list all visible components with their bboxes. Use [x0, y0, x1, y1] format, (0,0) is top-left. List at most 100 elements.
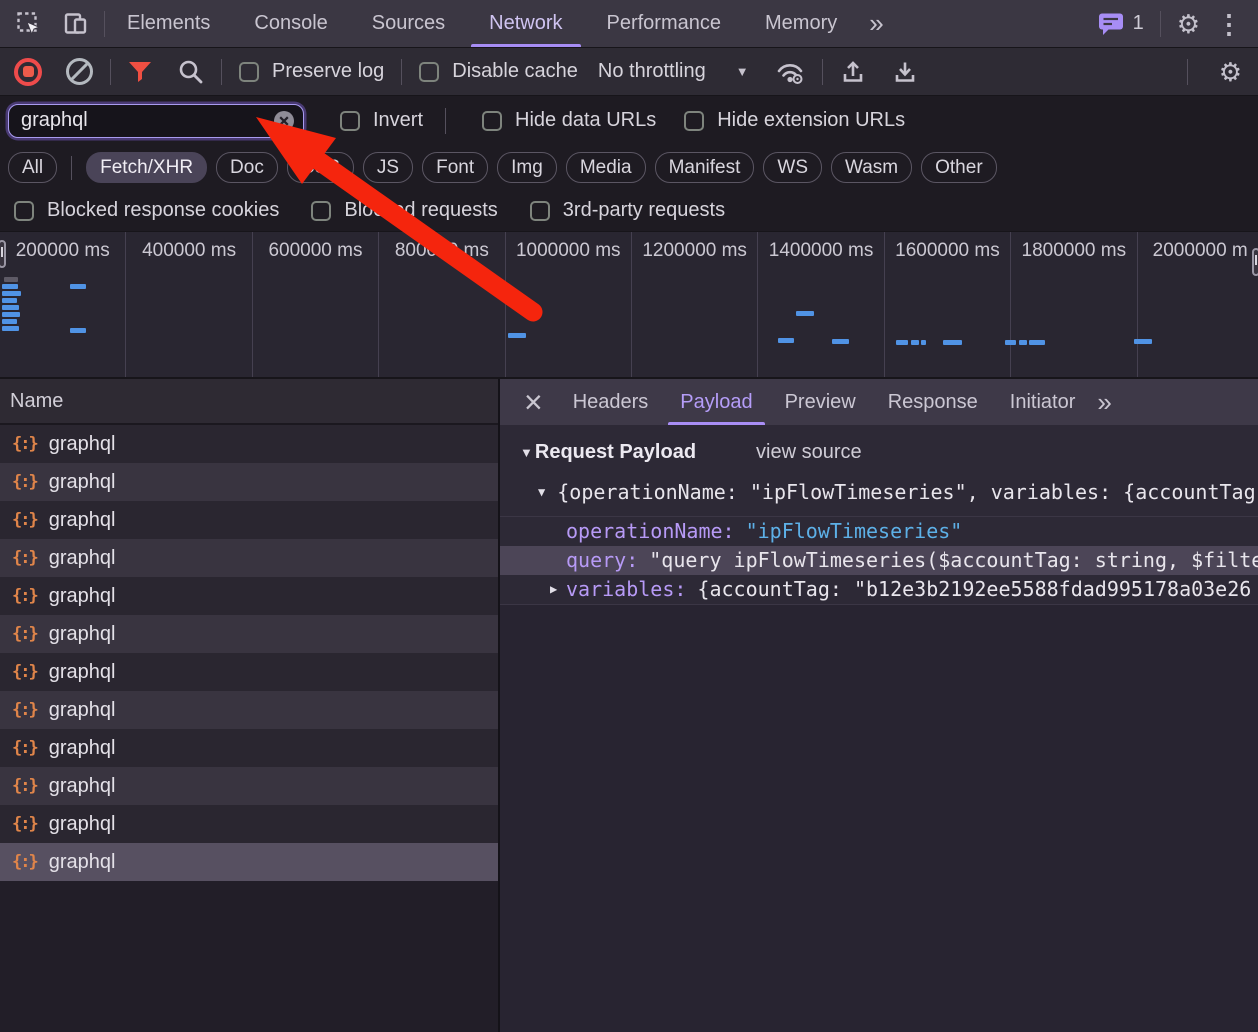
json-icon: {:}	[12, 738, 37, 758]
tab-preview[interactable]: Preview	[769, 379, 872, 425]
type-filter-fetch-xhr[interactable]: Fetch/XHR	[86, 152, 207, 183]
type-filter-doc[interactable]: Doc	[216, 152, 278, 183]
handle-grip-line	[1255, 255, 1257, 265]
request-row[interactable]: {:}graphql	[0, 767, 498, 805]
request-name: graphql	[49, 661, 116, 684]
type-filter-other[interactable]: Other	[921, 152, 997, 183]
divider	[822, 59, 823, 85]
request-name: graphql	[49, 471, 116, 494]
issues-icon	[1098, 12, 1124, 36]
export-har-icon[interactable]	[892, 59, 918, 85]
blocked-requests-checkbox[interactable]: Blocked requests	[311, 199, 497, 222]
payload-row-query[interactable]: query:"query ipFlowTimeseries($accountTa…	[500, 546, 1258, 575]
request-row[interactable]: {:}graphql	[0, 729, 498, 767]
tab-performance[interactable]: Performance	[585, 0, 744, 47]
request-row[interactable]: {:}graphql	[0, 615, 498, 653]
request-row[interactable]: {:}graphql	[0, 539, 498, 577]
waterfall-bar	[943, 340, 962, 345]
json-icon: {:}	[12, 548, 37, 568]
request-name: graphql	[49, 623, 116, 646]
tab-headers[interactable]: Headers	[557, 379, 665, 425]
waterfall-bar	[1134, 339, 1152, 344]
disable-cache-checkbox[interactable]: Disable cache	[419, 60, 578, 83]
inspect-element-icon[interactable]	[16, 11, 42, 37]
expand-icon[interactable]: ▼	[520, 445, 533, 460]
import-har-icon[interactable]	[840, 59, 866, 85]
type-filter-ws[interactable]: WS	[763, 152, 822, 183]
tab-network[interactable]: Network	[467, 0, 584, 47]
timeline-tick: 1800000 ms	[1011, 232, 1137, 377]
payload-summary-text: {operationName: "ipFlowTimeseries", vari…	[557, 480, 1255, 504]
hide-data-urls-checkbox[interactable]: Hide data URLs	[482, 109, 656, 132]
timeline-tick: 1400000 ms	[758, 232, 884, 377]
blocked-response-cookies-checkbox[interactable]: Blocked response cookies	[14, 199, 279, 222]
clear-network-log-icon[interactable]	[66, 58, 93, 85]
request-row[interactable]: {:}graphql	[0, 805, 498, 843]
checkbox	[530, 201, 550, 221]
search-icon[interactable]	[178, 59, 204, 85]
tab-console[interactable]: Console	[232, 0, 349, 47]
tab-elements[interactable]: Elements	[105, 0, 232, 47]
network-overview-timeline[interactable]: 200000 ms 400000 ms 600000 ms 800000 ms …	[0, 232, 1258, 379]
network-toolbar: Preserve log Disable cache No throttling…	[0, 48, 1258, 96]
filter-input[interactable]: graphql	[8, 104, 304, 138]
device-toolbar-icon[interactable]	[62, 11, 90, 37]
invert-checkbox[interactable]: Invert	[340, 109, 423, 132]
request-type-filters: All Fetch/XHR Doc CSS JS Font Img Media …	[0, 145, 1258, 190]
type-filter-img[interactable]: Img	[497, 152, 557, 183]
type-filter-all[interactable]: All	[8, 152, 57, 183]
request-row[interactable]: {:}graphql	[0, 463, 498, 501]
type-filter-manifest[interactable]: Manifest	[655, 152, 755, 183]
tab-initiator[interactable]: Initiator	[994, 379, 1092, 425]
request-row-selected[interactable]: {:}graphql	[0, 843, 498, 881]
tabbar-right-controls: 1 ⚙ ⋮	[1098, 0, 1258, 47]
waterfall-bar	[1005, 340, 1016, 345]
network-settings-gear-icon[interactable]: ⚙	[1219, 59, 1242, 85]
name-column-header[interactable]: Name	[0, 379, 498, 425]
filter-funnel-icon[interactable]	[128, 60, 152, 83]
hide-extension-urls-checkbox[interactable]: Hide extension URLs	[684, 109, 905, 132]
collapse-icon[interactable]: ▶	[550, 575, 557, 604]
tab-response[interactable]: Response	[872, 379, 994, 425]
type-filter-wasm[interactable]: Wasm	[831, 152, 912, 183]
tab-memory[interactable]: Memory	[743, 0, 859, 47]
payload-value: "query ipFlowTimeseries($accountTag: str…	[649, 548, 1258, 572]
payload-row-operation-name[interactable]: operationName:"ipFlowTimeseries"	[500, 517, 1258, 546]
request-row[interactable]: {:}graphql	[0, 653, 498, 691]
timeline-left-handle[interactable]	[0, 240, 6, 268]
tab-sources[interactable]: Sources	[350, 0, 467, 47]
type-filter-js[interactable]: JS	[363, 152, 413, 183]
throttling-dropdown[interactable]: No throttling ▼	[598, 60, 749, 83]
type-filter-media[interactable]: Media	[566, 152, 646, 183]
request-row[interactable]: {:}graphql	[0, 691, 498, 729]
more-detail-tabs-icon[interactable]: »	[1091, 379, 1117, 425]
settings-gear-icon[interactable]: ⚙	[1177, 11, 1200, 37]
third-party-requests-checkbox[interactable]: 3rd-party requests	[530, 199, 725, 222]
kebab-menu-icon[interactable]: ⋮	[1216, 11, 1242, 37]
preserve-log-checkbox[interactable]: Preserve log	[239, 60, 384, 83]
clear-filter-icon[interactable]	[273, 110, 295, 132]
request-name: graphql	[49, 699, 116, 722]
view-source-link[interactable]: view source	[756, 441, 862, 464]
request-row[interactable]: {:}graphql	[0, 501, 498, 539]
network-conditions-icon[interactable]	[775, 59, 805, 85]
checkbox	[14, 201, 34, 221]
type-filter-font[interactable]: Font	[422, 152, 488, 183]
record-network-log-icon[interactable]	[14, 58, 42, 86]
payload-row-variables[interactable]: ▶ variables:{accountTag: "b12e3b2192ee55…	[500, 575, 1258, 604]
issues-counter[interactable]: 1	[1098, 12, 1144, 36]
more-tabs-icon[interactable]: »	[859, 0, 893, 47]
payload-summary-row[interactable]: ▼ {operationName: "ipFlowTimeseries", va…	[500, 468, 1258, 510]
tab-payload[interactable]: Payload	[664, 379, 768, 425]
close-icon[interactable]: ×	[510, 379, 557, 425]
payload-value: {accountTag: "b12e3b2192ee5588fdad995178…	[697, 577, 1251, 601]
hide-extension-urls-label: Hide extension URLs	[717, 109, 905, 132]
expand-icon[interactable]: ▼	[538, 485, 545, 499]
waterfall-bar	[70, 284, 86, 289]
request-name: graphql	[49, 851, 116, 874]
request-row[interactable]: {:}graphql	[0, 425, 498, 463]
divider	[1187, 59, 1188, 85]
request-row[interactable]: {:}graphql	[0, 577, 498, 615]
type-filter-css[interactable]: CSS	[287, 152, 354, 183]
timeline-right-handle[interactable]	[1252, 248, 1258, 276]
